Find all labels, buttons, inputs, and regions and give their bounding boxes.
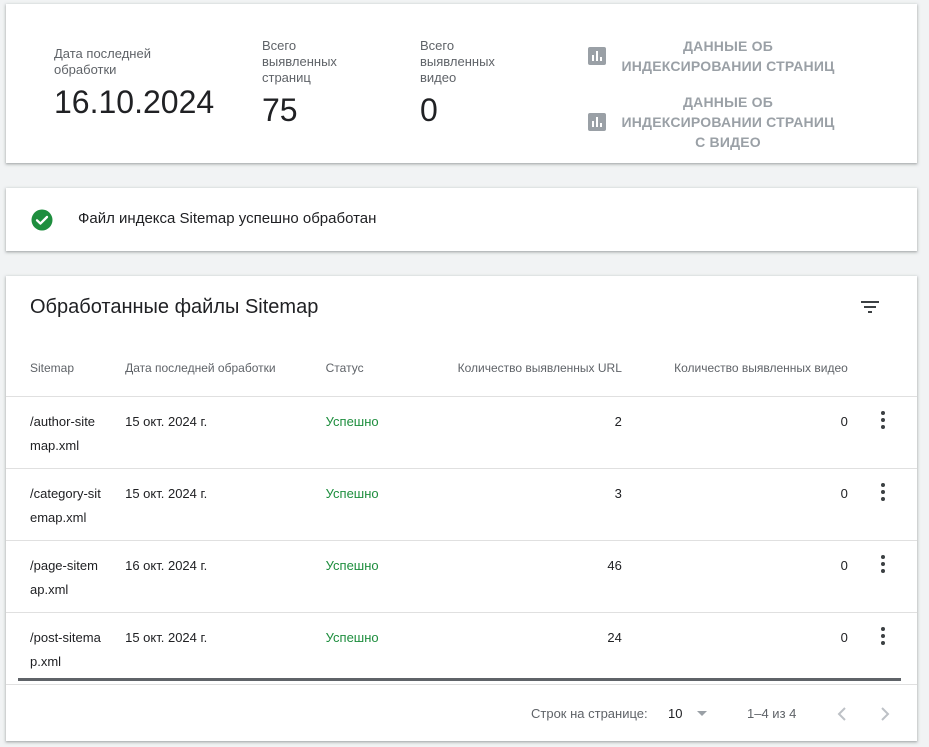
videos-value: 0 (420, 92, 438, 128)
check-circle-icon (31, 209, 53, 231)
summary-card: Дата последней обработки 16.10.2024 Всег… (6, 4, 917, 163)
column-header-sitemap[interactable]: Sitemap (6, 340, 126, 397)
video-indexing-report-link[interactable]: ДАННЫЕ ОБ ИНДЕКСИРОВАНИИ СТРАНИЦ С ВИДЕО (587, 92, 837, 152)
sitemap-path[interactable]: /page-sitemap.xml (30, 541, 102, 602)
table-header-row: Sitemap Дата последней обработки Статус … (6, 340, 917, 397)
rows-per-page-value: 10 (668, 706, 683, 721)
rows-per-page-select[interactable]: 10 (668, 701, 716, 725)
more-vert-icon[interactable] (871, 552, 895, 576)
last-processed-label: Дата последней обработки (54, 46, 151, 77)
more-vert-icon[interactable] (871, 624, 895, 648)
status-badge: Успешно (325, 558, 379, 573)
pages-label: Всего выявленных страниц (262, 38, 337, 85)
status-badge: Успешно (325, 414, 379, 429)
status-badge: Успешно (325, 486, 379, 501)
processed-sitemaps-card: Обработанные файлы Sitemap Sitemap Дата … (6, 276, 917, 741)
bar-chart-icon (588, 113, 606, 131)
next-page-icon[interactable] (873, 702, 897, 726)
column-header-date[interactable]: Дата последней обработки (125, 340, 326, 397)
column-header-status[interactable]: Статус (325, 340, 442, 397)
pagination-range: 1–4 из 4 (747, 706, 797, 721)
table-row[interactable]: /page-sitemap.xml 16 окт. 2024 г. Успешн… (6, 540, 917, 613)
filter-icon[interactable] (858, 295, 882, 319)
last-processed-date: 16 окт. 2024 г. (125, 558, 208, 573)
urls-count: 3 (614, 486, 622, 501)
videos-label: Всего выявленных видео (420, 38, 495, 85)
last-processed-date: 15 окт. 2024 г. (125, 414, 208, 429)
urls-count: 2 (614, 414, 622, 429)
last-processed-date: 15 окт. 2024 г. (125, 630, 208, 645)
previous-page-icon[interactable] (830, 702, 854, 726)
video-indexing-report-label: ДАННЫЕ ОБ ИНДЕКСИРОВАНИИ СТРАНИЦ С ВИДЕО (621, 94, 835, 150)
column-header-videos[interactable]: Количество выявленных видео (621, 340, 848, 397)
scrollbar-thumb[interactable] (18, 678, 901, 681)
table-title: Обработанные файлы Sitemap (30, 296, 319, 318)
sitemap-path[interactable]: /author-sitemap.xml (30, 397, 102, 458)
pages-value: 75 (262, 92, 298, 128)
urls-count: 46 (607, 558, 622, 573)
rows-per-page-label: Строк на странице: (531, 706, 648, 721)
status-message-card: Файл индекса Sitemap успешно обработан (6, 188, 917, 251)
sitemap-path[interactable]: /category-sitemap.xml (30, 469, 102, 530)
column-header-urls[interactable]: Количество выявленных URL (441, 340, 622, 397)
videos-count: 0 (840, 414, 848, 429)
last-processed-value: 16.10.2024 (54, 84, 215, 120)
table-row[interactable]: /author-sitemap.xml 15 окт. 2024 г. Успе… (6, 396, 917, 469)
videos-count: 0 (840, 486, 848, 501)
table-row[interactable]: /post-sitemap.xml 15 окт. 2024 г. Успешн… (6, 612, 917, 685)
page-indexing-report-label: ДАННЫЕ ОБ ИНДЕКСИРОВАНИИ СТРАНИЦ (621, 38, 835, 74)
sitemap-path[interactable]: /post-sitemap.xml (30, 613, 102, 674)
horizontal-scrollbar[interactable] (18, 678, 901, 681)
videos-count: 0 (840, 558, 848, 573)
more-vert-icon[interactable] (871, 480, 895, 504)
table-row[interactable]: /category-sitemap.xml 15 окт. 2024 г. Ус… (6, 468, 917, 541)
status-badge: Успешно (325, 630, 379, 645)
status-message-text: Файл индекса Sitemap успешно обработан (78, 210, 377, 227)
more-vert-icon[interactable] (871, 408, 895, 432)
bar-chart-icon (588, 47, 606, 65)
urls-count: 24 (607, 630, 622, 645)
videos-count: 0 (840, 630, 848, 645)
page-indexing-report-link[interactable]: ДАННЫЕ ОБ ИНДЕКСИРОВАНИИ СТРАНИЦ (587, 36, 837, 76)
last-processed-date: 15 окт. 2024 г. (125, 486, 208, 501)
sitemaps-table: Sitemap Дата последней обработки Статус … (6, 340, 917, 685)
dropdown-arrow-icon (697, 711, 707, 716)
